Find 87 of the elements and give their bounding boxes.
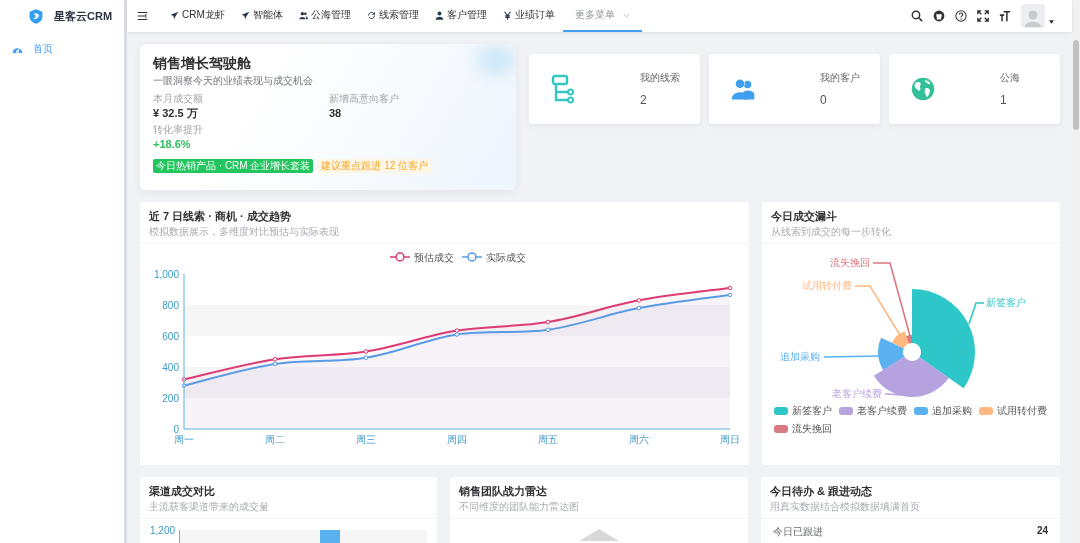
data-point xyxy=(545,327,551,333)
stat-label: 公海 xyxy=(1000,71,1021,85)
axis-tick-label: 400 xyxy=(162,361,179,373)
search-icon[interactable] xyxy=(911,10,923,22)
card-title: 渠道成交对比 xyxy=(149,485,216,498)
axis-tick-label: 周五 xyxy=(538,434,558,445)
caret-icon[interactable] xyxy=(1049,20,1054,24)
help-icon[interactable] xyxy=(955,10,967,22)
stat-value: 1 xyxy=(1000,93,1008,107)
card-subtitle: 模拟数据展示，多维度对比预估与实际表现 xyxy=(149,226,340,238)
yen-icon xyxy=(502,10,512,20)
axis-tick-label: 1,200 xyxy=(150,525,176,538)
user-silhouette-icon xyxy=(1023,8,1043,28)
nav-item[interactable]: CRM龙虾 xyxy=(162,0,233,32)
slice-label: 追加采购 xyxy=(780,351,820,362)
paper-plane-icon xyxy=(170,10,179,20)
stat-value: 2 xyxy=(640,93,648,107)
axis-tick-label: 0 xyxy=(173,423,179,435)
users-icon xyxy=(298,10,308,20)
legend-label[interactable]: 追加采购 xyxy=(932,404,972,418)
card-subtitle: 主流获客渠道带来的成交量 xyxy=(149,501,270,513)
metric-label: 转化率提升 xyxy=(153,124,204,136)
metric-label: 本月成交额 xyxy=(153,93,204,105)
axis-tick-label: 周三 xyxy=(356,434,376,445)
legend-label: 预估成交 xyxy=(414,252,454,263)
axis-tick-label: 600 xyxy=(162,330,179,342)
stat-label: 我的客户 xyxy=(820,71,861,85)
radar-chart-drawing xyxy=(579,529,619,541)
axis-tick-label: 周四 xyxy=(447,434,467,445)
axis-tick-label: 周一 xyxy=(174,434,194,445)
light-glow xyxy=(476,44,516,76)
card-title: 今日待办 & 跟进动态 xyxy=(770,485,874,498)
metric-value: 38 xyxy=(329,107,343,120)
axis-tick-label: 周二 xyxy=(265,434,285,445)
data-point xyxy=(545,319,551,325)
stat-card[interactable]: 我的客户 0 xyxy=(709,54,880,124)
menu-fold-icon[interactable] xyxy=(137,11,148,21)
axis-tick-label: 周六 xyxy=(629,434,649,445)
slice-label: 新签客户 xyxy=(986,297,1026,308)
metric-label: 新增高意向客户 xyxy=(329,93,400,105)
nav-item[interactable]: 业绩订单 xyxy=(494,0,563,32)
stat-value: 0 xyxy=(820,93,828,107)
logo-text: 星客云CRM xyxy=(54,8,113,24)
stat-card[interactable]: 我的线索 2 xyxy=(529,54,700,124)
legend-label[interactable]: 试用转付费 xyxy=(997,404,1047,418)
nav-item[interactable]: 公海管理 xyxy=(290,0,359,32)
slice-label: 流失挽回 xyxy=(830,257,870,268)
metric-value: +18.6% xyxy=(153,138,192,151)
card-title: 今日成交漏斗 xyxy=(771,210,838,223)
legend-label: 实际成交 xyxy=(486,252,526,263)
paper-plane-icon xyxy=(240,10,250,20)
scrollbar-thumb[interactable] xyxy=(1073,40,1079,130)
axis-tick-label: 200 xyxy=(162,392,179,404)
todo-count: 24 xyxy=(1036,525,1048,538)
legend-item[interactable]: 实际成交 xyxy=(461,252,526,263)
card-subtitle: 不同维度的团队能力雷达图 xyxy=(459,501,580,513)
data-point xyxy=(636,298,642,303)
stat-card[interactable]: 公海 1 xyxy=(889,54,1060,124)
tag: 今日热销产品 · CRM 企业增长套装 xyxy=(153,159,314,173)
shield-logo-icon xyxy=(28,7,44,25)
card-subtitle: 用真实数据结合模拟数据填满首页 xyxy=(770,501,921,513)
font-size-icon[interactable] xyxy=(999,10,1011,22)
todo-label: 今日已跟进 xyxy=(773,525,823,539)
tag: 建议重点跟进 12 位客户 xyxy=(318,159,432,173)
slice-label: 试用转付费 xyxy=(802,280,852,291)
fullscreen-icon[interactable] xyxy=(977,10,989,22)
chevron-down-icon xyxy=(622,12,630,18)
refresh-icon xyxy=(366,10,376,20)
legend-label[interactable]: 老客户续费 xyxy=(857,404,907,418)
metric-value: ¥ 32.5 万 xyxy=(153,107,199,120)
slice-label: 老客户续费 xyxy=(832,388,882,399)
data-point xyxy=(636,305,642,311)
card-title: 销售团队战力雷达 xyxy=(459,485,548,498)
stat-label: 我的线索 xyxy=(640,71,681,85)
hero-title: 销售增长驾驶舱 xyxy=(153,55,252,72)
nav-item[interactable]: 线索管理 xyxy=(358,0,427,32)
nav-item[interactable]: 客户管理 xyxy=(426,0,495,32)
user-icon xyxy=(434,10,444,20)
card-title: 近 7 日线索 · 商机 · 成交趋势 xyxy=(149,210,292,223)
axis-tick-label: 1,000 xyxy=(153,268,179,280)
legend-item[interactable]: 预估成交 xyxy=(389,252,454,263)
legend-label[interactable]: 新签客户 xyxy=(792,404,832,418)
legend-label[interactable]: 流失挽回 xyxy=(792,422,832,436)
axis-tick-label: 周日 xyxy=(720,434,740,445)
hero-subtitle: 一眼洞察今天的业绩表现与成交机会 xyxy=(153,75,314,87)
nav-item[interactable]: 智能体 xyxy=(232,0,291,32)
axis-tick-label: 800 xyxy=(162,299,179,311)
